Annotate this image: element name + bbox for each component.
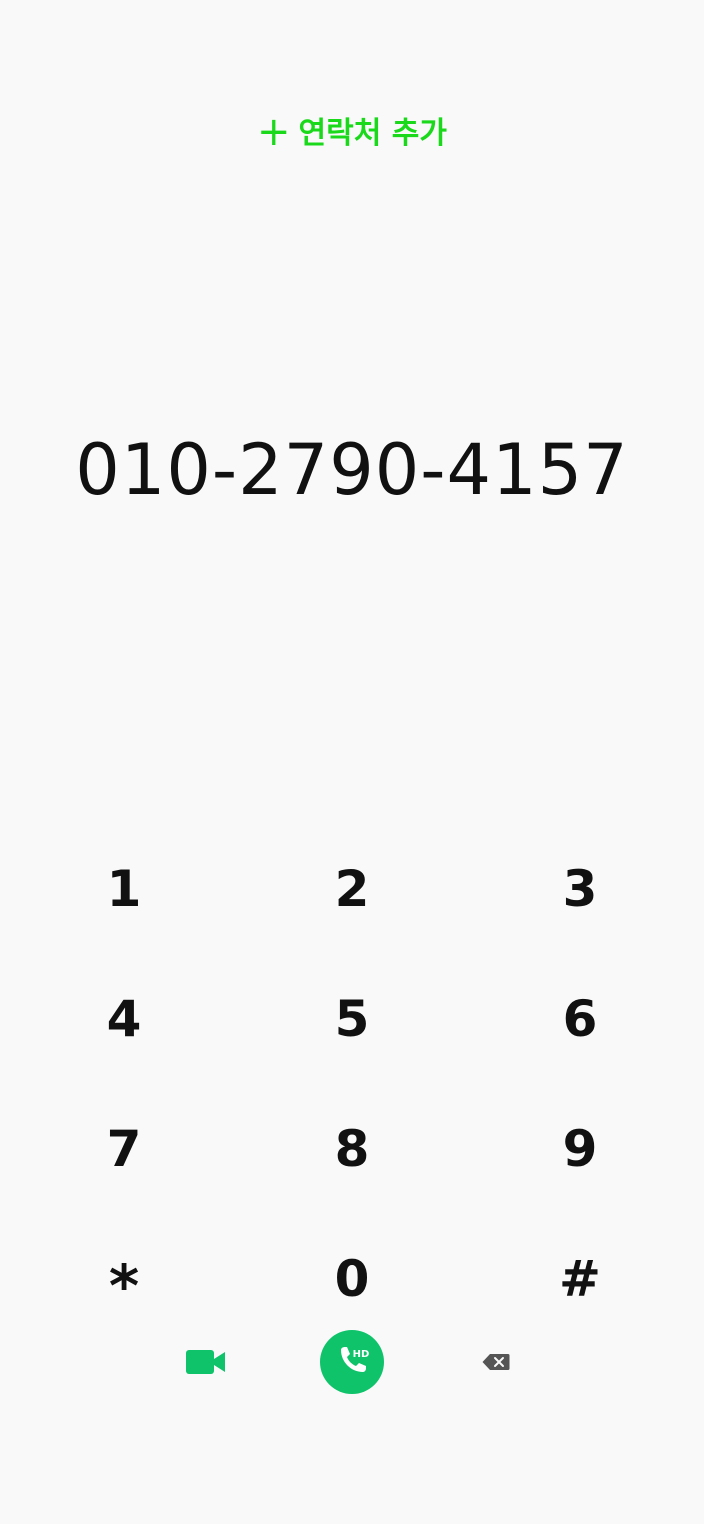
hd-badge: HD: [353, 1349, 370, 1360]
dialed-number: 010-2790-4157: [75, 429, 629, 511]
plus-icon: +: [257, 109, 291, 155]
add-contact-label: 연락처 추가: [298, 116, 447, 151]
key-6[interactable]: 6: [466, 954, 694, 1084]
key-7[interactable]: 7: [10, 1084, 238, 1214]
key-8[interactable]: 8: [238, 1084, 466, 1214]
backspace-button[interactable]: [476, 1342, 516, 1382]
phone-hd-icon: HD: [341, 1347, 370, 1372]
key-hash[interactable]: #: [466, 1214, 694, 1344]
key-3[interactable]: 3: [466, 824, 694, 954]
key-1[interactable]: 1: [10, 824, 238, 954]
key-0[interactable]: 0: [238, 1214, 466, 1344]
video-call-button[interactable]: [178, 1340, 234, 1384]
video-camera-icon: [186, 1350, 225, 1374]
key-star[interactable]: *: [10, 1214, 238, 1344]
key-9[interactable]: 9: [466, 1084, 694, 1214]
key-5[interactable]: 5: [238, 954, 466, 1084]
call-action-bar: HD: [0, 1330, 704, 1394]
backspace-icon: [482, 1354, 510, 1370]
key-2[interactable]: 2: [238, 824, 466, 954]
dial-keypad: 1 2 3 4 5 6 7 8 9 * 0 #: [10, 824, 694, 1344]
add-contact-button[interactable]: + 연락처 추가: [0, 109, 704, 156]
key-4[interactable]: 4: [10, 954, 238, 1084]
voice-call-button[interactable]: HD: [320, 1330, 384, 1394]
